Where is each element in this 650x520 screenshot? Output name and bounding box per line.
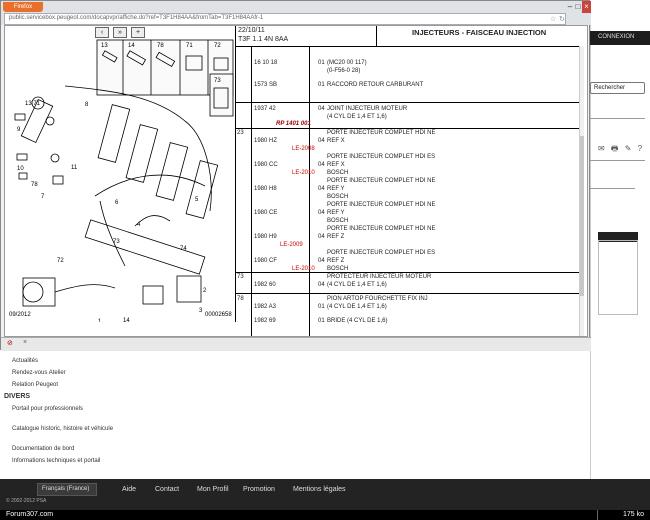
header-divider: [376, 26, 377, 46]
background-box: [598, 240, 638, 315]
row-separator: [236, 128, 579, 129]
bookmark-star-icon[interactable]: ☆: [550, 15, 556, 23]
footer-link-aide[interactable]: Aide: [122, 486, 136, 493]
url-text: public.servicebox.peugeot.com/docapvpr/a…: [9, 15, 264, 21]
callout-7: 7: [41, 194, 45, 200]
link-actualites[interactable]: Actualités: [12, 358, 38, 364]
background-divider: [590, 160, 645, 161]
table-scrollbar[interactable]: [579, 46, 584, 336]
background-divider: [590, 188, 635, 189]
language-selector[interactable]: Français (France): [37, 483, 97, 496]
footer-link-contact[interactable]: Contact: [155, 486, 179, 493]
diagram-drawing: 13 14 78 71 72 73 13 71 8 9 10 78 11 7 7…: [9, 39, 234, 322]
callout-72b: 72: [57, 258, 64, 264]
table-title: INJECTEURS - FAISCEAU INJECTION: [412, 28, 547, 37]
link-relation[interactable]: Relation Peugeot: [12, 382, 58, 388]
diagram-date-code: 09/2012: [9, 312, 31, 318]
page-footer: Français (France) Aide Contact Mon Profi…: [0, 479, 650, 510]
row-separator: [236, 102, 579, 103]
firefox-menu-button[interactable]: Firefox: [3, 2, 43, 12]
table-model: T3F 1.1 4N 8AA: [238, 36, 289, 43]
window-controls: – □ ×: [566, 1, 591, 13]
section-divers: DIVERS: [4, 393, 31, 400]
background-search-pill[interactable]: Rechercher: [590, 82, 645, 94]
callout-10: 10: [17, 166, 24, 172]
popup-statusbar: ⊘ ×: [1, 337, 591, 351]
footer-link-profil[interactable]: Mon Profil: [197, 486, 229, 493]
link-informations[interactable]: Informations techniques et portail: [12, 458, 100, 464]
header-rule: [236, 46, 584, 47]
status-separator: [597, 510, 598, 520]
background-connexion-bar[interactable]: CONNEXION: [590, 31, 650, 45]
callout-72: 72: [214, 43, 221, 49]
callout-3: 3: [199, 308, 203, 314]
table-date: 22/10/11: [238, 27, 265, 34]
callout-78b: 78: [31, 182, 38, 188]
close-icon[interactable]: ×: [582, 1, 591, 13]
popup-content: ‹ » + 13 14 78 71 72 73 13 71 8 9 10 78 …: [4, 25, 588, 337]
callout-2: 2: [203, 288, 207, 294]
popup-titlebar: Firefox – □ × public.servicebox.peugeot.…: [1, 1, 591, 25]
callout-71: 71: [186, 43, 193, 49]
callout-13: 13: [101, 43, 108, 49]
callout-11: 11: [71, 165, 78, 171]
link-rendez-vous[interactable]: Rendez-vous Atelier: [12, 370, 66, 376]
callout-9: 9: [17, 127, 21, 133]
callout-14b: 14: [123, 318, 130, 322]
status-left: Forum307.com: [6, 511, 54, 518]
callout-14: 14: [128, 43, 135, 49]
maximize-icon[interactable]: □: [574, 1, 582, 13]
copyright: © 2002-2012 PSA: [6, 498, 47, 504]
callout-74: 74: [180, 246, 187, 252]
parts-table: 22/10/11 T3F 1.1 4N 8AA INJECTEURS - FAI…: [236, 26, 584, 336]
callout-4: 4: [137, 222, 141, 228]
status-bar: Forum307.com 175 ko: [0, 510, 650, 520]
reload-icon[interactable]: ↻: [559, 15, 565, 23]
link-documentation[interactable]: Documentation de bord: [12, 446, 74, 452]
url-bar[interactable]: public.servicebox.peugeot.com/docapvpr/a…: [4, 13, 566, 25]
background-titlebar: [590, 0, 650, 14]
footer-link-promotion[interactable]: Promotion: [243, 486, 275, 493]
row-separator: [236, 293, 579, 294]
callout-8: 8: [85, 102, 89, 108]
callout-1: 1: [98, 319, 102, 322]
minimize-icon[interactable]: –: [566, 1, 574, 13]
link-portail[interactable]: Portail pour professionnels: [12, 406, 83, 412]
footer-link-mentions[interactable]: Mentions légales: [293, 486, 346, 493]
callout-73: 73: [214, 78, 221, 84]
scrollbar-thumb[interactable]: [580, 136, 584, 296]
background-action-icons[interactable]: ✉ 🖶 ✎ ?: [598, 143, 644, 157]
background-divider: [590, 118, 645, 119]
exploded-diagram: ‹ » + 13 14 78 71 72 73 13 71 8 9 10 78 …: [5, 26, 236, 322]
diagram-code: 00002658: [205, 312, 232, 318]
popup-addon-icon[interactable]: ⊘: [7, 339, 13, 347]
popup-window: Firefox – □ × public.servicebox.peugeot.…: [0, 0, 591, 351]
callout-78: 78: [157, 43, 164, 49]
connexion-label: CONNEXION: [598, 34, 635, 40]
callout-5: 5: [195, 197, 199, 203]
callout-73b: 73: [113, 239, 120, 245]
callout-13b: 13 71: [25, 101, 41, 107]
status-right: 175 ko: [622, 511, 644, 518]
callout-6: 6: [115, 200, 119, 206]
popup-close-button[interactable]: ×: [23, 339, 27, 346]
link-catalogue[interactable]: Catalogue historic, histoire et véhicule: [12, 426, 113, 432]
row-separator: [236, 272, 579, 273]
